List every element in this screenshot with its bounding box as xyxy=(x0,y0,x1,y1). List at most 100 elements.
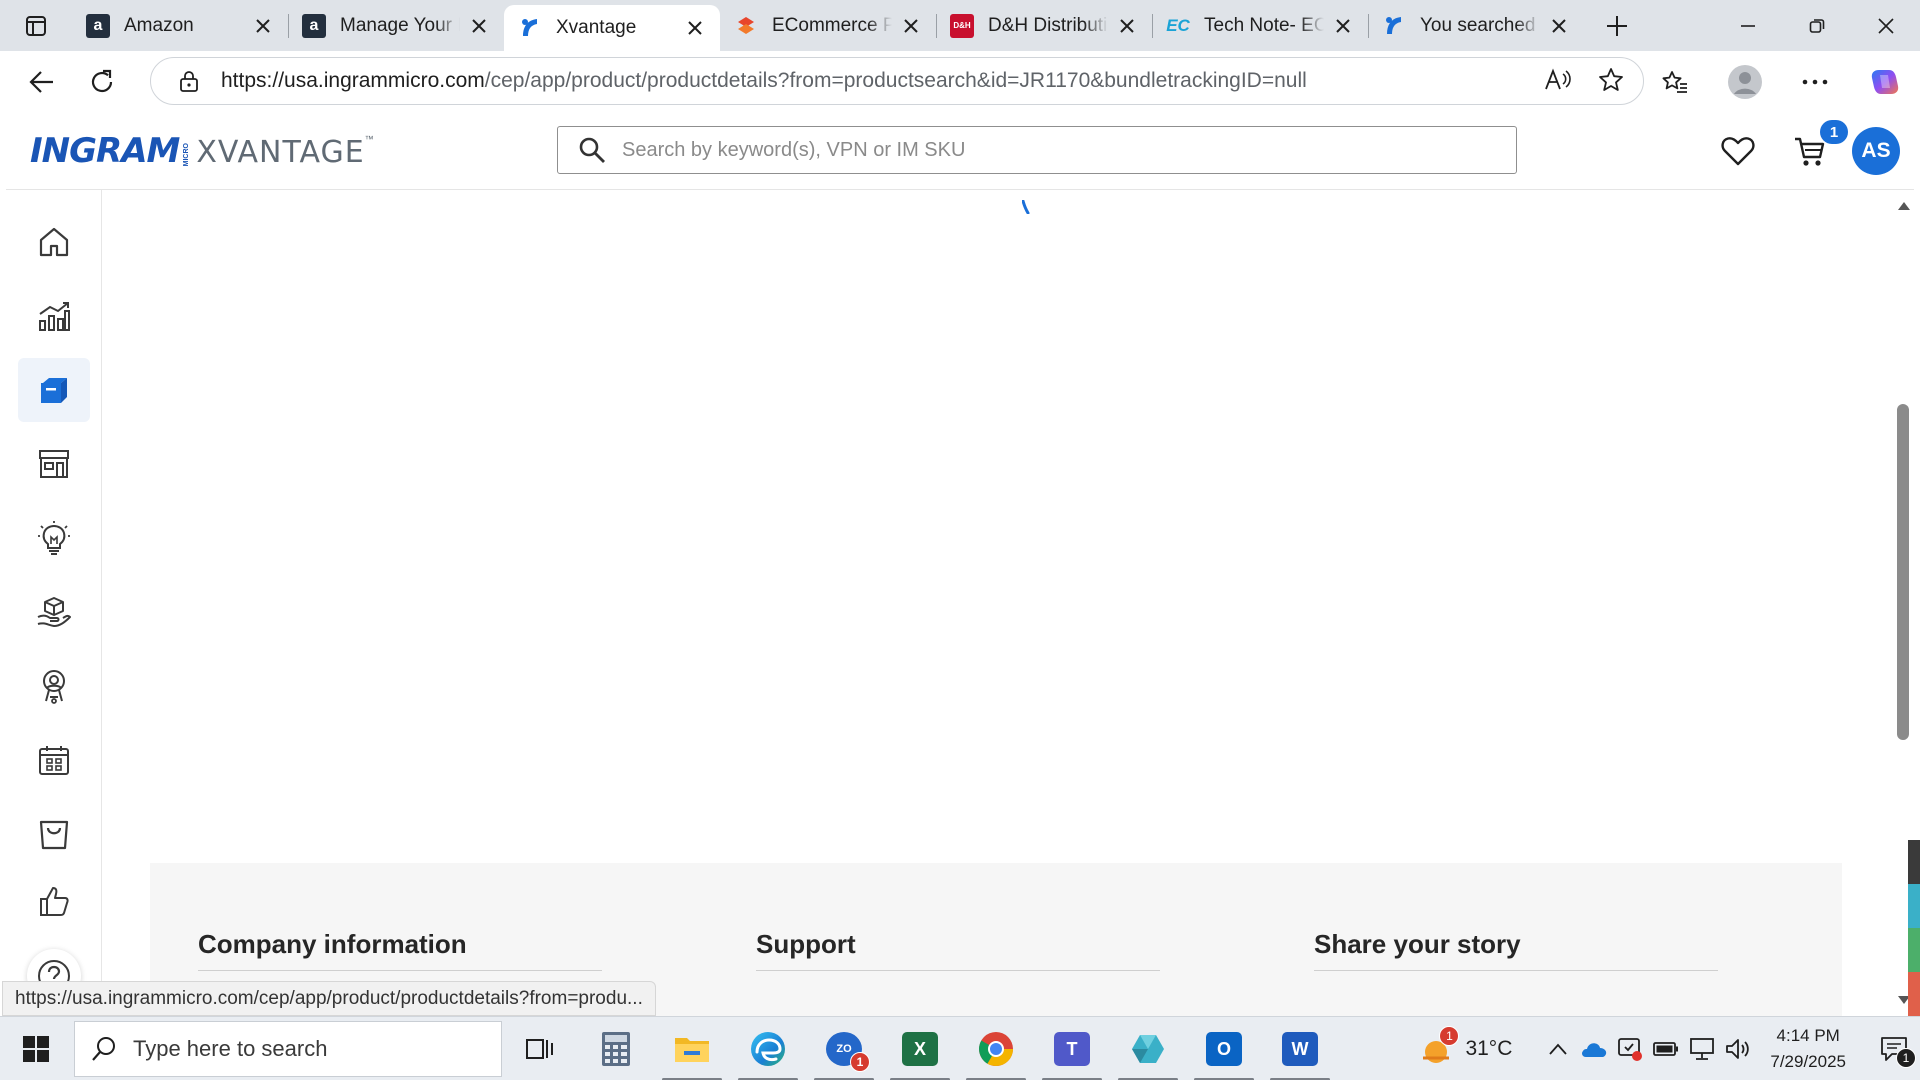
favorite-star-icon[interactable] xyxy=(1597,66,1625,99)
onedrive-button[interactable] xyxy=(1576,1017,1612,1080)
close-icon xyxy=(1877,17,1894,34)
logo-tm-text: ™ xyxy=(364,134,374,144)
amazon-icon: a xyxy=(302,13,326,38)
zoho-icon: ZO 1 xyxy=(826,1032,870,1072)
outlook-icon: O xyxy=(1206,1032,1242,1066)
restore-icon xyxy=(1809,18,1824,33)
site-header: INGRAM MICRO XVANTAGE ™ 1 AS xyxy=(6,112,1914,190)
search-input[interactable] xyxy=(622,138,1482,162)
taskbar-app-zoho[interactable]: ZO 1 xyxy=(806,1017,882,1080)
browser-tab-xvantage[interactable]: Xvantage xyxy=(504,5,720,51)
new-tab-button[interactable] xyxy=(1584,0,1650,51)
taskbar-app-edge[interactable] xyxy=(730,1017,806,1080)
address-bar[interactable]: https://usa.ingrammicro.com/cep/app/prod… xyxy=(150,57,1644,105)
user-avatar[interactable]: AS xyxy=(1852,127,1900,175)
support-icon xyxy=(43,670,65,704)
close-icon[interactable] xyxy=(1332,15,1354,37)
taskbar-app-outlook[interactable]: O xyxy=(1186,1017,1262,1080)
tab-title: Xvantage xyxy=(556,17,637,38)
close-icon[interactable] xyxy=(468,15,490,37)
browser-tab-search-results[interactable]: You searched for xyxy=(1368,0,1584,51)
close-window-button[interactable] xyxy=(1851,0,1920,51)
nav-item-orders[interactable] xyxy=(18,802,90,866)
taskbar-app-excel[interactable]: X xyxy=(882,1017,958,1080)
notifications-button[interactable]: 1 xyxy=(1868,1017,1920,1080)
weather-widget[interactable]: 1 31°C xyxy=(1419,1026,1512,1066)
close-icon[interactable] xyxy=(684,17,706,39)
network-button[interactable] xyxy=(1684,1017,1720,1080)
product-search-box[interactable] xyxy=(557,126,1517,174)
logo-ingram-text: INGRAM xyxy=(30,131,180,171)
nav-item-services[interactable] xyxy=(18,580,90,644)
browser-tab-amazon[interactable]: a Amazon xyxy=(72,0,288,51)
taskbar-app-calculator[interactable] xyxy=(578,1017,654,1080)
products-icon xyxy=(41,378,67,403)
nav-item-insights[interactable] xyxy=(18,506,90,570)
taskbar-app-chrome[interactable] xyxy=(958,1017,1034,1080)
taskbar-app-file-explorer[interactable] xyxy=(654,1017,730,1080)
file-explorer-icon xyxy=(675,1038,709,1062)
close-icon[interactable] xyxy=(1548,15,1570,37)
scroll-up-arrow-icon[interactable] xyxy=(1898,202,1910,210)
volume-button[interactable] xyxy=(1720,1017,1756,1080)
nav-item-products[interactable] xyxy=(18,358,90,422)
browser-tab-ecommerce[interactable]: ECommerce Product xyxy=(720,0,936,51)
notification-icon: 1 xyxy=(1880,1036,1916,1068)
close-icon[interactable] xyxy=(1116,15,1138,37)
taskbar-search-box[interactable]: Type here to search xyxy=(74,1021,502,1077)
task-view-button[interactable] xyxy=(502,1017,578,1080)
ec-icon: EC xyxy=(1166,15,1190,35)
zoho-label: ZO xyxy=(836,1043,852,1055)
loading-spinner-icon xyxy=(1022,200,1030,214)
nav-item-feedback[interactable] xyxy=(18,876,90,916)
browser-tab-dh[interactable]: D&H D&H Distributing xyxy=(936,0,1152,51)
onedrive-icon xyxy=(1582,1043,1607,1057)
ingram-icon xyxy=(518,16,542,40)
favorites-icon xyxy=(1662,70,1687,93)
close-icon[interactable] xyxy=(252,15,274,37)
restore-button[interactable] xyxy=(1782,0,1851,51)
security-button[interactable] xyxy=(1612,1017,1648,1080)
cart-button[interactable]: 1 xyxy=(1774,120,1848,180)
taskbar-app-other[interactable] xyxy=(1110,1017,1186,1080)
copilot-button[interactable] xyxy=(1850,51,1920,112)
edge-icon xyxy=(751,1032,785,1066)
favorites-button[interactable] xyxy=(1640,51,1710,112)
nav-item-store[interactable] xyxy=(18,432,90,496)
nav-item-home[interactable] xyxy=(18,210,90,274)
tab-actions-button[interactable] xyxy=(0,0,72,51)
profile-button[interactable] xyxy=(1710,51,1780,112)
search-icon xyxy=(92,1037,115,1061)
battery-button[interactable] xyxy=(1648,1017,1684,1080)
taskbar-app-word[interactable]: W xyxy=(1262,1017,1338,1080)
browser-tab-manage-inventory[interactable]: a Manage Your Inventory xyxy=(288,0,504,51)
browser-tab-tech-note[interactable]: EC Tech Note- ECE xyxy=(1152,0,1368,51)
tab-title: ECommerce Product xyxy=(772,14,892,36)
taskbar-clock[interactable]: 4:14 PM 7/29/2025 xyxy=(1770,1023,1846,1075)
close-icon[interactable] xyxy=(900,15,922,37)
cart-count-badge: 1 xyxy=(1820,120,1848,144)
security-icon xyxy=(1618,1038,1643,1061)
lock-icon[interactable] xyxy=(177,69,201,93)
taskbar-app-teams[interactable]: T xyxy=(1034,1017,1110,1080)
show-hidden-icons-button[interactable] xyxy=(1540,1017,1576,1080)
nav-item-support[interactable] xyxy=(18,654,90,718)
scrollbar-thumb[interactable] xyxy=(1897,404,1909,740)
nav-item-calendar[interactable] xyxy=(18,728,90,792)
read-aloud-icon[interactable] xyxy=(1543,66,1571,99)
wishlist-button[interactable] xyxy=(1702,122,1774,180)
task-view-icon xyxy=(526,1039,553,1059)
more-horizontal-icon xyxy=(1802,79,1828,84)
more-options-button[interactable] xyxy=(1780,51,1850,112)
back-button[interactable] xyxy=(12,52,72,112)
refresh-button[interactable] xyxy=(72,52,132,112)
app-icon xyxy=(1132,1035,1164,1063)
nav-item-analytics[interactable] xyxy=(18,284,90,348)
minimize-button[interactable] xyxy=(1713,0,1782,51)
teams-icon: T xyxy=(1054,1032,1090,1066)
side-panel-strip xyxy=(1908,840,1920,1016)
word-icon: W xyxy=(1282,1032,1318,1066)
ingram-xvantage-logo[interactable]: INGRAM MICRO XVANTAGE ™ xyxy=(30,134,374,168)
search-icon[interactable] xyxy=(578,136,606,164)
start-button[interactable] xyxy=(0,1017,72,1080)
